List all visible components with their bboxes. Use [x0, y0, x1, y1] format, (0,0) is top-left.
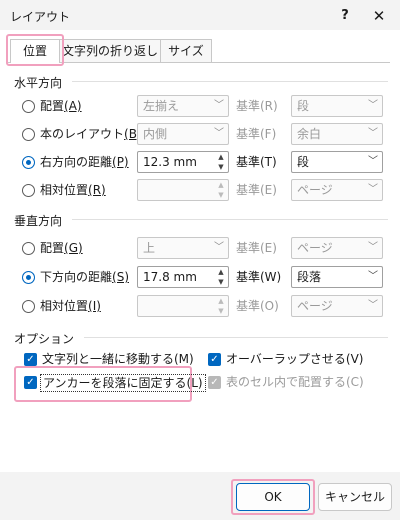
close-button[interactable]: ✕	[364, 4, 394, 28]
v-align-base-select[interactable]: ページ ﹀	[291, 237, 383, 259]
v-absolute-position-base-label: 基準(W)	[236, 270, 282, 284]
h-book-layout-base-label: 基準(F)	[236, 127, 277, 141]
chevron-down-icon: ﹀	[368, 242, 378, 253]
h-book-layout-select[interactable]: 内側 ﹀	[137, 123, 229, 145]
chevron-down-icon: ﹀	[368, 184, 378, 195]
h-absolute-position-radio[interactable]	[22, 156, 35, 169]
spin-arrows-icon[interactable]: ▲ ▼	[214, 152, 228, 172]
spin-arrows-icon[interactable]: ▲ ▼	[214, 267, 228, 287]
dialog-title: レイアウト	[10, 10, 71, 24]
v-align-label: 配置(G)	[40, 241, 83, 255]
help-button[interactable]: ?	[330, 4, 360, 28]
v-align-base-label: 基準(E)	[236, 241, 277, 255]
chevron-down-icon: ﹀	[368, 100, 378, 111]
v-relative-position-radio[interactable]	[22, 300, 35, 313]
v-absolute-position-input[interactable]: 17.8 mm ▲ ▼	[137, 266, 229, 288]
chevron-down-icon: ﹀	[368, 128, 378, 139]
horizontal-section-divider	[72, 81, 388, 82]
tab-size[interactable]: サイズ	[160, 39, 212, 62]
v-relative-position-input[interactable]: ▲ ▼	[137, 295, 229, 317]
v-relative-position-base-select[interactable]: ページ ﹀	[291, 295, 383, 317]
move-with-text-label: 文字列と一緒に移動する(M)	[42, 352, 194, 366]
chevron-down-icon: ﹀	[214, 128, 224, 139]
chevron-down-icon: ﹀	[214, 100, 224, 111]
lock-anchor-checkbox[interactable]: ✓	[24, 376, 37, 389]
h-book-layout-label: 本のレイアウト(B)	[40, 127, 142, 141]
layout-in-cell-label: 表のセル内で配置する(C)	[226, 375, 364, 389]
v-align-select[interactable]: 上 ﹀	[137, 237, 229, 259]
h-align-base-select[interactable]: 段 ﹀	[291, 95, 383, 117]
allow-overlap-checkbox[interactable]: ✓	[208, 353, 221, 366]
spin-arrows-icon[interactable]: ▲ ▼	[214, 296, 228, 316]
lock-anchor-label: アンカーを段落に固定する(L)	[40, 374, 206, 392]
tab-text-wrapping[interactable]: 文字列の折り返し	[59, 39, 161, 62]
h-relative-position-base-label: 基準(E)	[236, 183, 277, 197]
h-relative-position-radio[interactable]	[22, 184, 35, 197]
h-align-label: 配置(A)	[40, 99, 82, 113]
options-section-divider	[84, 337, 388, 338]
vertical-section-title: 垂直方向	[14, 214, 63, 228]
chevron-down-icon: ﹀	[214, 242, 224, 253]
chevron-down-icon: ﹀	[368, 271, 378, 282]
h-relative-position-base-select[interactable]: ページ ﹀	[291, 179, 383, 201]
cancel-button[interactable]: キャンセル	[318, 483, 392, 511]
move-with-text-checkbox[interactable]: ✓	[24, 353, 37, 366]
v-align-radio[interactable]	[22, 242, 35, 255]
v-absolute-position-base-select[interactable]: 段落 ﹀	[291, 266, 383, 288]
h-absolute-position-base-label: 基準(T)	[236, 155, 277, 169]
h-align-radio[interactable]	[22, 100, 35, 113]
h-relative-position-label: 相対位置(R)	[40, 183, 106, 197]
vertical-section-divider	[72, 219, 388, 220]
options-section-title: オプション	[14, 332, 75, 346]
chevron-down-icon: ﹀	[368, 156, 378, 167]
spin-arrows-icon[interactable]: ▲ ▼	[214, 180, 228, 200]
h-relative-position-input[interactable]: ▲ ▼	[137, 179, 229, 201]
horizontal-section-title: 水平方向	[14, 76, 63, 90]
h-align-select[interactable]: 左揃え ﹀	[137, 95, 229, 117]
tab-highlight-box	[6, 34, 64, 66]
v-absolute-position-radio[interactable]	[22, 271, 35, 284]
v-relative-position-base-label: 基準(O)	[236, 299, 279, 313]
ok-button[interactable]: OK	[236, 483, 310, 511]
v-absolute-position-label: 下方向の距離(S)	[40, 270, 129, 284]
layout-in-cell-checkbox[interactable]: ✓	[208, 376, 221, 389]
allow-overlap-label: オーバーラップさせる(V)	[226, 352, 364, 366]
chevron-down-icon: ﹀	[368, 300, 378, 311]
h-book-layout-base-select[interactable]: 余白 ﹀	[291, 123, 383, 145]
v-relative-position-label: 相対位置(I)	[40, 299, 101, 313]
h-absolute-position-input[interactable]: 12.3 mm ▲ ▼	[137, 151, 229, 173]
h-align-base-label: 基準(R)	[236, 99, 278, 113]
h-absolute-position-base-select[interactable]: 段 ﹀	[291, 151, 383, 173]
h-absolute-position-label: 右方向の距離(P)	[40, 155, 129, 169]
h-book-layout-radio[interactable]	[22, 128, 35, 141]
